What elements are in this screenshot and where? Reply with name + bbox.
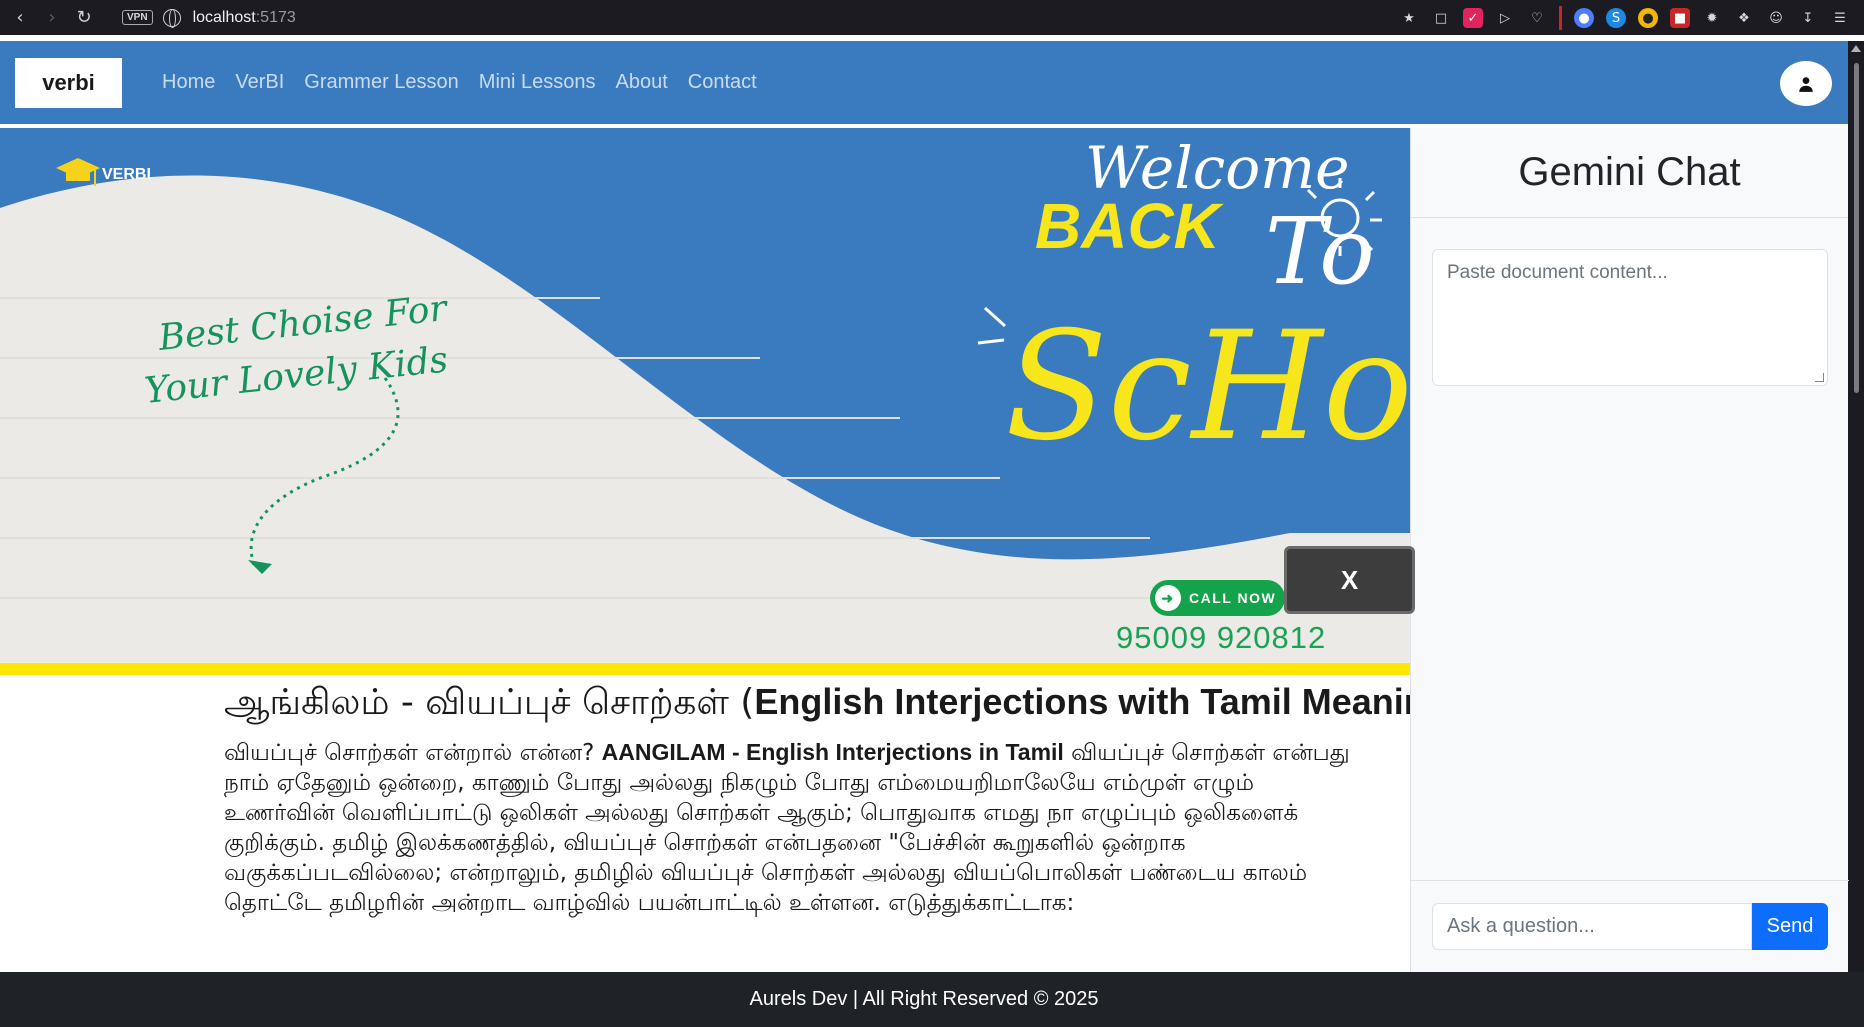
scroll-up-icon[interactable] (1851, 45, 1861, 52)
browser-toolbar: ‹ › ↻ VPN localhost:5173 ★ □ ✓ ▷ ♡ ● S ●… (0, 0, 1864, 35)
nav-link-mini-lessons[interactable]: Mini Lessons (479, 71, 596, 94)
extension-shazam-icon[interactable]: S (1606, 8, 1626, 28)
chat-title: Gemini Chat (1411, 128, 1848, 218)
nav-link-about[interactable]: About (616, 71, 668, 94)
article-line-1b: AANGILAM - English Interjections in Tami… (601, 739, 1064, 765)
site-navbar: verbi Home VerBI Grammer Lesson Mini Les… (0, 41, 1848, 124)
nav-link-grammer-lesson[interactable]: Grammer Lesson (304, 71, 459, 94)
article-line-1a: வியப்புச் சொற்கள் என்றால் என்ன? (224, 740, 602, 766)
reload-icon[interactable]: ↻ (72, 6, 96, 30)
menu-icon[interactable]: ☰ (1830, 8, 1850, 28)
bookmark-icon[interactable]: ★ (1399, 8, 1419, 28)
banner-school: ScHool (1005, 300, 1410, 474)
send-button[interactable]: Send (1752, 903, 1828, 950)
url-host: localhost (192, 8, 256, 26)
address-bar[interactable]: localhost:5173 (193, 9, 296, 27)
page-scrollbar[interactable] (1848, 41, 1864, 972)
banner-back: BACK (1035, 190, 1225, 262)
article-line-3: உணர்வின் வெளிப்பாட்டு ஒலிகள் அல்லது சொற்… (224, 800, 1299, 826)
chat-input-bar: Ask a question... Send (1411, 880, 1849, 972)
screenshot-icon[interactable]: □ (1431, 8, 1451, 28)
call-now-button[interactable]: ➜ CALL NOW (1150, 580, 1285, 616)
site-info-icon[interactable] (162, 8, 181, 28)
account-icon[interactable]: ☺ (1766, 8, 1786, 28)
forward-icon[interactable]: › (40, 6, 64, 30)
profile-button[interactable] (1780, 61, 1832, 106)
arrow-right-icon: ➜ (1155, 585, 1181, 611)
heart-icon[interactable]: ♡ (1527, 8, 1547, 28)
brand-logo[interactable]: verbi (15, 57, 122, 108)
banner-yellow-strip (0, 663, 1410, 675)
site-footer: Aurels Dev | All Right Reserved © 2025 (0, 972, 1864, 1027)
vpn-badge[interactable]: VPN (122, 10, 153, 25)
article-line-6: தொட்டே தமிழரின் அன்றாட வாழ்வில் பயன்பாட்… (224, 890, 1075, 916)
document-content-textarea[interactable]: Paste document content... (1432, 249, 1828, 386)
article-title-english: English Interjections with Tamil Meaning… (754, 681, 1410, 722)
lesson-article: ஆங்கிலம் - வியப்புச் சொற்கள் (English In… (224, 676, 1410, 972)
resize-grip-icon[interactable] (1815, 373, 1824, 382)
url-port: :5173 (255, 8, 296, 26)
toolbar-divider (1559, 6, 1562, 30)
scrollbar-thumb[interactable] (1854, 63, 1859, 393)
sparkle-lines (977, 306, 1007, 345)
back-icon[interactable]: ‹ (8, 6, 32, 30)
extension-toolbar: ★ □ ✓ ▷ ♡ ● S ● ■ ✹ ❖ ☺ ↧ ☰ (1399, 6, 1850, 30)
pocket-icon[interactable]: ✓ (1463, 8, 1483, 28)
user-icon (1799, 76, 1813, 92)
extensions-puzzle-icon[interactable]: ❖ (1734, 8, 1754, 28)
extension-gear-icon[interactable]: ✹ (1702, 8, 1722, 28)
extension-coin-icon[interactable]: ● (1638, 8, 1658, 28)
call-now-label: CALL NOW (1189, 590, 1277, 606)
gemini-chat-panel: Gemini Chat Paste document content... As… (1410, 128, 1849, 972)
downloads-icon[interactable]: ↧ (1798, 8, 1818, 28)
footer-text: Aurels Dev | All Right Reserved © 2025 (749, 988, 1099, 1010)
nav-link-contact[interactable]: Contact (688, 71, 757, 94)
phone-number: 95009 920812 (1116, 620, 1327, 655)
question-input[interactable]: Ask a question... (1432, 903, 1752, 950)
verbi-logo-icon (56, 158, 100, 186)
article-line-2: நாம் ஏதேனும் ஒன்றை, காணும் போது அல்லது ந… (224, 770, 1254, 796)
article-line-1c: வியப்புச் சொற்கள் என்பது (1063, 740, 1350, 766)
document-placeholder: Paste document content... (1447, 262, 1668, 283)
extension-search-icon[interactable]: ● (1574, 8, 1594, 28)
article-line-4: குறிக்கும். தமிழ் இலக்கணத்தில், வியப்புச… (224, 830, 1186, 856)
article-title-tamil: ஆங்கிலம் - வியப்புச் சொற்கள் ( (224, 682, 755, 723)
question-placeholder: Ask a question... (1447, 915, 1595, 937)
article-line-5: வகுக்கப்படவில்லை; என்றாலும், தமிழில் விய… (224, 860, 1308, 886)
nav-link-verbi[interactable]: VerBI (235, 71, 284, 94)
nav-links: Home VerBI Grammer Lesson Mini Lessons A… (162, 71, 757, 94)
extension-app-icon[interactable]: ■ (1670, 8, 1690, 28)
banner-logo-text: VERBI (102, 166, 151, 183)
nav-link-home[interactable]: Home (162, 71, 215, 94)
send-icon[interactable]: ▷ (1495, 8, 1515, 28)
article-body: வியப்புச் சொற்கள் என்றால் என்ன? AANGILAM… (224, 737, 1410, 918)
article-title: ஆங்கிலம் - வியப்புச் சொற்கள் (English In… (224, 678, 1410, 727)
close-chat-button[interactable]: X (1284, 546, 1415, 614)
